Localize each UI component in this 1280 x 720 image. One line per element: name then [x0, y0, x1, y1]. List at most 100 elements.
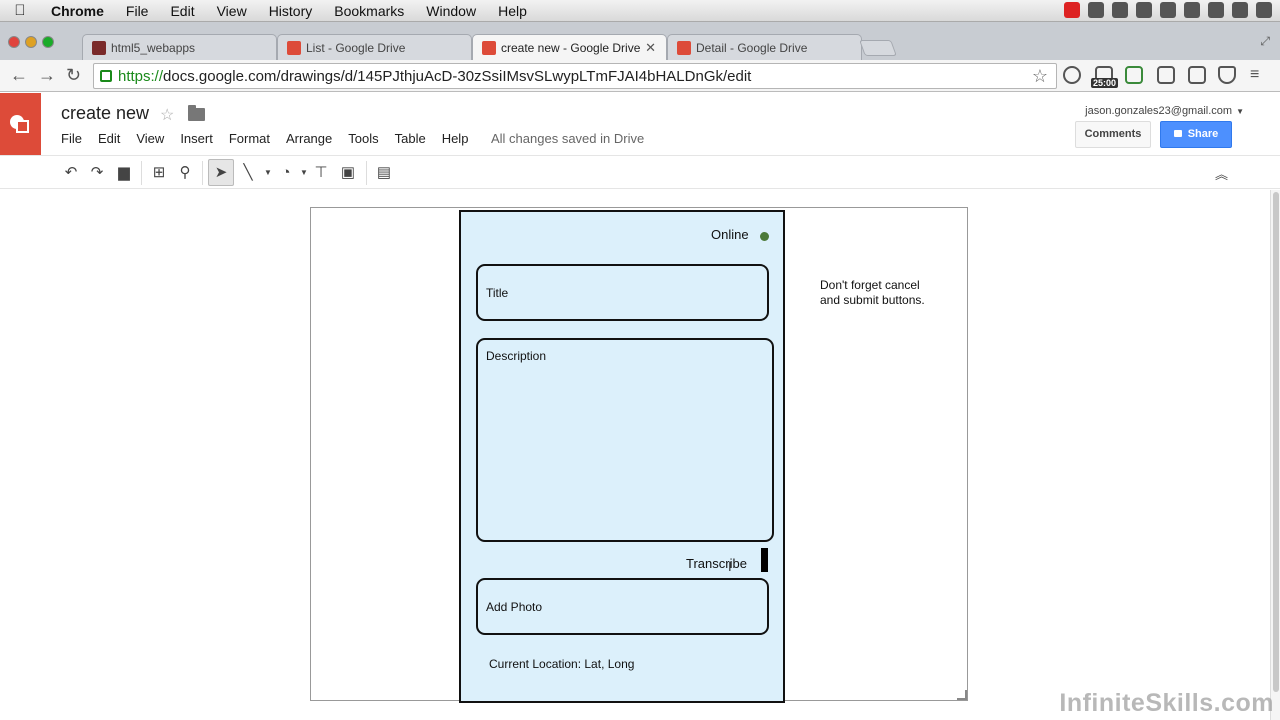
record-icon[interactable] [1064, 2, 1080, 18]
os-menu-file[interactable]: File [115, 3, 160, 19]
online-label[interactable]: Online [711, 227, 749, 242]
close-tab-icon[interactable]: ✕ [645, 40, 656, 56]
text-cursor-icon: I [728, 559, 732, 574]
app-header: create new ☆ File Edit View Insert Forma… [0, 93, 1280, 155]
address-bar[interactable]: https://docs.google.com/drawings/d/145PJ… [93, 63, 1057, 89]
transcribe-label[interactable]: Transcribe [686, 556, 747, 571]
comments-button[interactable]: Comments [1075, 121, 1151, 148]
account-menu[interactable]: jason.gonzales23@gmail.com ▼ [1085, 105, 1244, 117]
tab-create-new[interactable]: create new - Google Drive ✕ [472, 34, 667, 60]
vertical-scrollbar[interactable] [1270, 190, 1280, 720]
line-dropdown-icon[interactable]: ▼ [258, 163, 278, 183]
back-icon[interactable]: ← [10, 65, 28, 86]
phone-mockup[interactable]: Online Title Description Transcribe I Ad… [459, 210, 785, 703]
location-text[interactable]: Current Location: Lat, Long [489, 657, 634, 671]
redo-icon[interactable]: ↷ [87, 163, 107, 183]
paint-format-icon[interactable]: ▆ [114, 163, 134, 183]
os-menu-bookmarks[interactable]: Bookmarks [323, 3, 415, 19]
star-icon[interactable]: ☆ [160, 105, 174, 125]
extension-cast-icon[interactable] [1188, 66, 1206, 84]
tab-strip: html5_webapps List - Google Drive create… [0, 22, 1280, 60]
document-title[interactable]: create new [61, 103, 149, 124]
minimize-window-icon[interactable] [25, 36, 37, 48]
fullscreen-icon[interactable]: ⤢ [1260, 34, 1270, 49]
extension-feedly-icon[interactable] [1157, 66, 1175, 84]
scrollbar-thumb[interactable] [1273, 192, 1279, 692]
menu-tools[interactable]: Tools [348, 131, 378, 146]
os-menu-view[interactable]: View [206, 3, 258, 19]
browser-toolbar: ← → ↻ https://docs.google.com/drawings/d… [0, 60, 1280, 92]
toolbar-divider [141, 161, 142, 185]
menu-edit[interactable]: Edit [98, 131, 120, 146]
collapse-toolbar-icon[interactable]: ︽ [1215, 164, 1228, 183]
cloud-icon[interactable] [1136, 2, 1152, 18]
text-box-icon[interactable]: ⊤ [311, 163, 331, 183]
zoom-fit-icon[interactable]: ⊞ [149, 163, 169, 183]
tab-list[interactable]: List - Google Drive [277, 34, 472, 60]
zoom-window-icon[interactable] [42, 36, 54, 48]
os-menu-window[interactable]: Window [415, 3, 487, 19]
toolbar-divider [202, 161, 203, 185]
share-button[interactable]: Share [1160, 121, 1232, 148]
app-menu-chrome[interactable]: Chrome [40, 3, 115, 19]
title-field-shape[interactable]: Title [476, 264, 769, 321]
transcribe-toggle-shape[interactable] [761, 548, 768, 572]
tab-html5-webapps[interactable]: html5_webapps [82, 34, 277, 60]
drive-favicon-icon [482, 41, 496, 55]
os-menu-help[interactable]: Help [487, 3, 538, 19]
forward-icon[interactable]: → [38, 65, 56, 86]
drawings-logo-icon[interactable] [0, 93, 41, 155]
os-menubar:  Chrome File Edit View History Bookmark… [0, 0, 1280, 22]
headphones-icon[interactable] [1112, 2, 1128, 18]
extension-whatsapp-icon[interactable] [1063, 66, 1081, 84]
menu-insert[interactable]: Insert [180, 131, 213, 146]
os-menu-edit[interactable]: Edit [159, 3, 205, 19]
tab-detail[interactable]: Detail - Google Drive [667, 34, 862, 60]
tab-label: List - Google Drive [306, 41, 406, 55]
chrome-menu-icon[interactable]: ≡ [1250, 66, 1268, 84]
menu-help[interactable]: Help [442, 131, 469, 146]
new-tab-button[interactable] [859, 40, 897, 56]
folder-icon[interactable] [188, 105, 205, 121]
bluetooth-icon[interactable] [1232, 2, 1248, 18]
note-text-box[interactable]: Don't forget cancel and submit buttons. [820, 278, 960, 308]
comment-icon[interactable]: ▤ [374, 163, 394, 183]
menu-format[interactable]: Format [229, 131, 270, 146]
tab-label: create new - Google Drive [501, 41, 641, 55]
extension-evernote-icon[interactable] [1125, 66, 1143, 84]
add-photo-shape[interactable]: Add Photo [476, 578, 769, 635]
toolbar-divider [366, 161, 367, 185]
dropbox-icon[interactable] [1088, 2, 1104, 18]
tab-label: html5_webapps [111, 41, 196, 55]
zoom-icon[interactable]: ⚲ [175, 163, 195, 183]
timer-badge: 25:00 [1091, 78, 1119, 88]
shape-tool-icon[interactable]: ◔ [276, 163, 296, 183]
select-tool-icon[interactable]: ➤ [208, 159, 234, 186]
drive-icon[interactable] [1160, 2, 1176, 18]
save-status[interactable]: All changes saved in Drive [491, 131, 644, 146]
line-tool-icon[interactable]: ╲ [238, 163, 258, 183]
chevron-down-icon: ▼ [1236, 107, 1244, 116]
apple-icon[interactable]:  [0, 2, 40, 19]
close-window-icon[interactable] [8, 36, 20, 48]
undo-icon[interactable]: ↶ [61, 163, 81, 183]
window-controls [8, 36, 54, 48]
extension-pocket-icon[interactable] [1218, 66, 1236, 84]
menu-file[interactable]: File [61, 131, 82, 146]
reload-icon[interactable]: ↻ [66, 65, 81, 86]
os-menu-history[interactable]: History [258, 3, 324, 19]
image-icon[interactable]: ▣ [338, 163, 358, 183]
menu-view[interactable]: View [136, 131, 164, 146]
resize-handle-icon[interactable] [957, 690, 967, 700]
menu-table[interactable]: Table [395, 131, 426, 146]
description-field-shape[interactable]: Description [476, 338, 774, 542]
bookmark-star-icon[interactable]: ☆ [1032, 66, 1048, 87]
lock-icon [1173, 130, 1182, 137]
wifi-icon[interactable] [1256, 2, 1272, 18]
online-status-dot[interactable] [760, 232, 769, 241]
notification-icon[interactable] [1184, 2, 1200, 18]
drawing-canvas[interactable]: Online Title Description Transcribe I Ad… [0, 190, 1280, 720]
time-machine-icon[interactable] [1208, 2, 1224, 18]
note-line: Don't forget cancel [820, 278, 920, 292]
menu-arrange[interactable]: Arrange [286, 131, 332, 146]
